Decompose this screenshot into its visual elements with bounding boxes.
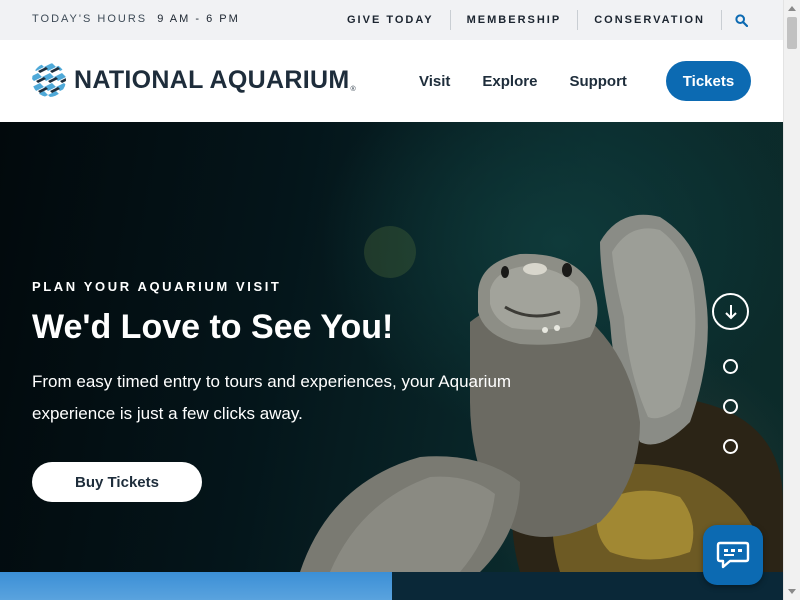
- utility-links: GIVE TODAY MEMBERSHIP CONSERVATION: [331, 0, 761, 40]
- todays-hours: TODAY'S HOURS 9 AM - 6 PM: [32, 13, 240, 25]
- hours-label: TODAY'S HOURS: [32, 13, 148, 25]
- hero-banner: PLAN YOUR AQUARIUM VISIT We'd Love to Se…: [0, 122, 783, 572]
- scroll-thumb[interactable]: [787, 17, 797, 49]
- hero-title: We'd Love to See You!: [32, 308, 394, 346]
- hours-value: 9 AM - 6 PM: [157, 13, 240, 25]
- nav-explore[interactable]: Explore: [482, 73, 537, 90]
- sea-turtle-image: [300, 214, 783, 572]
- give-today-link[interactable]: GIVE TODAY: [331, 10, 450, 30]
- logo-text: NATIONAL AQUARIUM: [74, 65, 350, 94]
- buy-tickets-button[interactable]: Buy Tickets: [32, 462, 202, 502]
- membership-link[interactable]: MEMBERSHIP: [449, 10, 578, 30]
- tickets-button[interactable]: Tickets: [666, 61, 751, 101]
- hero-eyebrow: PLAN YOUR AQUARIUM VISIT: [32, 279, 282, 294]
- scroll-down-button[interactable]: [712, 293, 749, 330]
- slide-dot-2[interactable]: [723, 399, 738, 414]
- utility-bar: TODAY'S HOURS 9 AM - 6 PM GIVE TODAY MEM…: [0, 0, 783, 40]
- search-button[interactable]: [721, 10, 761, 30]
- chat-button[interactable]: [703, 525, 763, 585]
- slide-dot-3[interactable]: [723, 439, 738, 454]
- scroll-down-arrow-icon[interactable]: [788, 589, 796, 594]
- next-section-image: [0, 572, 392, 600]
- arrow-down-icon: [724, 304, 737, 319]
- hero-description: From easy timed entry to tours and exper…: [32, 372, 512, 423]
- slide-dot-1[interactable]: [723, 359, 738, 374]
- conservation-link[interactable]: CONSERVATION: [577, 10, 721, 30]
- nav-support[interactable]: Support: [569, 73, 627, 90]
- chat-icon: [716, 541, 750, 569]
- main-nav: Visit Explore Support: [403, 40, 643, 122]
- logo-registered-mark: ®: [350, 86, 356, 93]
- page: TODAY'S HOURS 9 AM - 6 PM GIVE TODAY MEM…: [0, 0, 800, 600]
- nav-visit[interactable]: Visit: [419, 73, 450, 90]
- site-header: NATIONAL AQUARIUM ® Visit Explore Suppor…: [0, 40, 783, 122]
- scroll-up-arrow-icon[interactable]: [788, 6, 796, 11]
- logo[interactable]: NATIONAL AQUARIUM ®: [32, 63, 356, 97]
- page-scrollbar[interactable]: [783, 0, 800, 600]
- search-icon: [735, 13, 748, 27]
- logo-mark-icon: [32, 63, 66, 97]
